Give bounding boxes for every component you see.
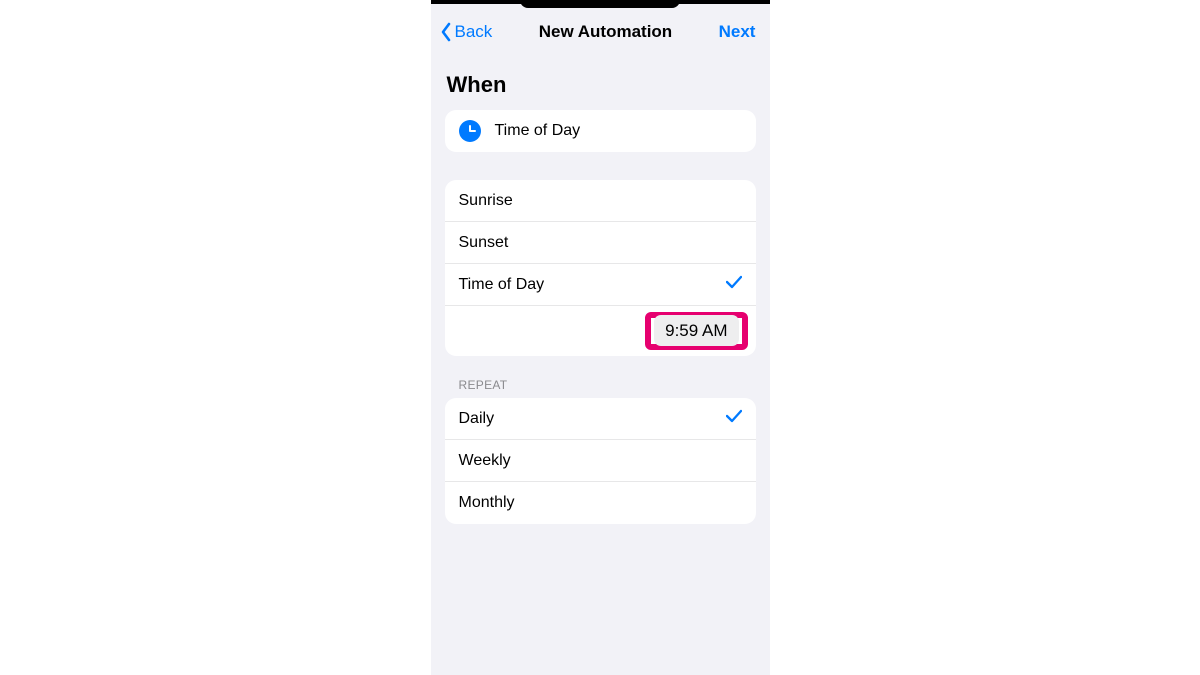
repeat-section-label: REPEAT [459, 378, 742, 392]
back-label: Back [455, 22, 493, 42]
option-label: Monthly [459, 494, 515, 512]
option-weekly[interactable]: Weekly [445, 440, 756, 482]
option-label: Time of Day [459, 276, 545, 294]
option-daily[interactable]: Daily [445, 398, 756, 440]
option-sunrise[interactable]: Sunrise [445, 180, 756, 222]
repeat-options-card: Daily Weekly Monthly [445, 398, 756, 524]
time-picker-row: 9:59 AM [445, 306, 756, 356]
content-area: When Time of Day Sunrise Sunset Time of … [431, 72, 770, 524]
checkmark-icon [726, 275, 742, 294]
trigger-card: Time of Day [445, 110, 756, 152]
option-label: Weekly [459, 452, 511, 470]
option-time-of-day[interactable]: Time of Day [445, 264, 756, 306]
trigger-row[interactable]: Time of Day [445, 110, 756, 152]
page-title: New Automation [539, 22, 672, 42]
option-label: Daily [459, 410, 495, 428]
checkmark-icon [726, 409, 742, 428]
time-picker-button[interactable]: 9:59 AM [654, 315, 738, 346]
navigation-bar: Back New Automation Next [431, 10, 770, 50]
device-notch [520, 0, 680, 8]
clock-icon [459, 120, 481, 142]
trigger-label: Time of Day [495, 122, 581, 140]
back-button[interactable]: Back [439, 22, 493, 42]
option-label: Sunrise [459, 192, 513, 210]
next-button[interactable]: Next [719, 22, 756, 42]
option-sunset[interactable]: Sunset [445, 222, 756, 264]
chevron-left-icon [439, 22, 453, 42]
phone-screen: Back New Automation Next When Time of Da… [431, 0, 770, 675]
option-label: Sunset [459, 234, 509, 252]
annotation-highlight: 9:59 AM [645, 312, 747, 350]
when-heading: When [447, 72, 754, 98]
option-monthly[interactable]: Monthly [445, 482, 756, 524]
time-options-card: Sunrise Sunset Time of Day 9:59 AM [445, 180, 756, 356]
